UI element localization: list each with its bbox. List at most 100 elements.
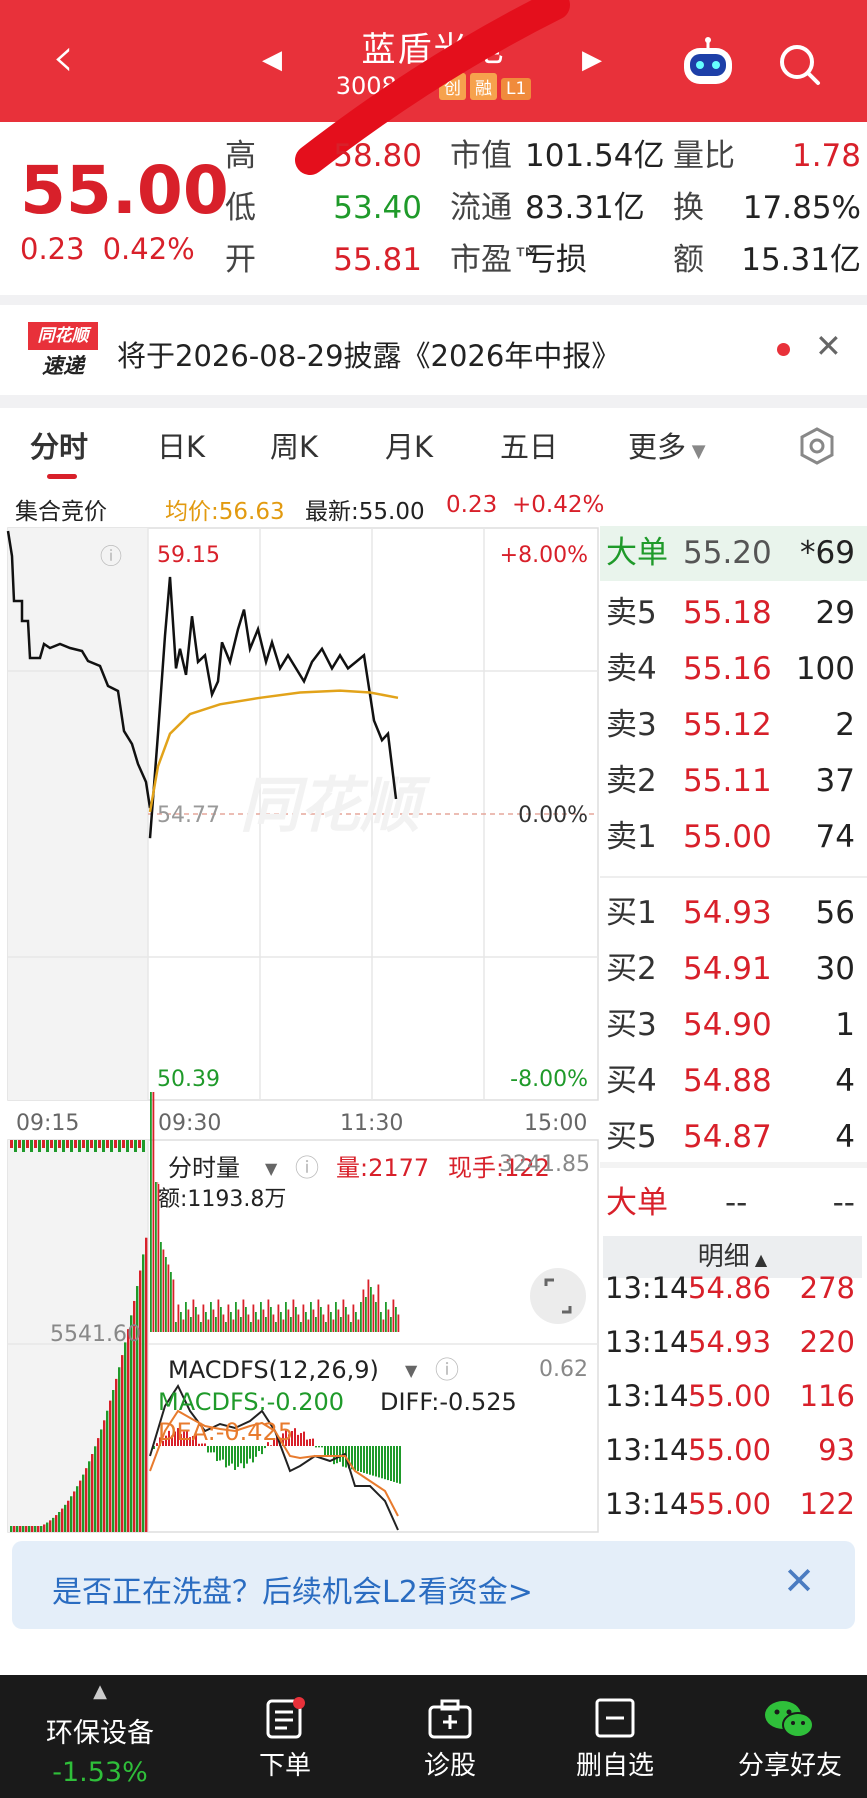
auction-tick-bar	[58, 1140, 61, 1148]
auction-volume-bar	[76, 1486, 79, 1532]
tab-fenshi[interactable]: 分时	[30, 424, 88, 466]
trade-volume: 220	[799, 1325, 855, 1359]
macd-bar	[231, 1446, 233, 1464]
volume-bar	[260, 1302, 262, 1332]
orderbook-level[interactable]: 买3 54.90 1	[600, 998, 867, 1053]
level-label: 卖5	[606, 595, 657, 631]
latest-change-pct: +0.42%	[512, 492, 605, 518]
nav-share[interactable]: 分享好友	[715, 1675, 865, 1798]
volume-bar	[232, 1319, 235, 1332]
volume-bar	[327, 1304, 330, 1332]
auction-tick-bar	[78, 1140, 81, 1152]
tab-more[interactable]: 更多 ▼	[628, 424, 706, 466]
next-stock-icon[interactable]: ▶	[582, 45, 602, 75]
auction-volume-bar	[16, 1526, 19, 1532]
big-order-top[interactable]: 大单 55.20 *69	[600, 526, 867, 581]
volume-bar	[317, 1299, 320, 1332]
quote-key: 量比	[673, 138, 735, 174]
volume-bar	[202, 1304, 205, 1332]
orderbook-level[interactable]: 买4 54.88 4	[600, 1054, 867, 1109]
tab-day-k[interactable]: 日K	[157, 424, 205, 466]
volume-bar	[297, 1314, 300, 1332]
volume-bar	[197, 1314, 200, 1332]
tab-week-k[interactable]: 周K	[270, 424, 318, 466]
volume-bar	[275, 1322, 277, 1332]
trade-volume: 93	[818, 1433, 855, 1467]
volume-bar	[215, 1317, 217, 1332]
orderbook-level[interactable]: 卖2 55.11 37	[600, 754, 867, 809]
big-order-volume: --	[832, 1185, 855, 1221]
trade-detail-row: 13:14 55.00 116	[600, 1370, 867, 1423]
intraday-chart[interactable]: ⓘ 59.15 54.77 50.39 +8.00% 0.00% -8.00% …	[0, 526, 600, 1536]
search-icon[interactable]	[775, 40, 823, 88]
volume-bar	[185, 1302, 187, 1332]
spacer	[0, 1650, 867, 1675]
auction-tick-bar	[138, 1140, 141, 1148]
volume-bar	[247, 1314, 250, 1332]
macd-bar	[228, 1446, 230, 1466]
auction-volume-bar	[70, 1496, 73, 1532]
level-label: 买3	[606, 1007, 657, 1043]
volume-bar	[397, 1314, 400, 1332]
notice-bar[interactable]: 同花顺 速递 将于2026-08-29披露《2026年中报》 ✕	[0, 305, 867, 395]
auction-volume-bar	[94, 1446, 97, 1532]
volume-bar	[382, 1319, 385, 1332]
volume-bar	[315, 1317, 317, 1332]
help-icon[interactable]: ⓘ	[100, 545, 122, 570]
close-icon[interactable]: ✕	[815, 327, 842, 365]
close-icon[interactable]: ✕	[783, 1559, 815, 1603]
volume-bar	[365, 1297, 367, 1332]
orderbook-level[interactable]: 买2 54.91 30	[600, 942, 867, 997]
orderbook-level[interactable]: 卖5 55.18 29	[600, 586, 867, 641]
trade-time: 13:14	[605, 1433, 689, 1467]
auction-volume-bar	[145, 1237, 148, 1532]
auction-tick-bar	[102, 1140, 105, 1152]
volume-bar	[222, 1314, 225, 1332]
orderbook-level[interactable]: 买1 54.93 56	[600, 886, 867, 941]
orderbook-level[interactable]: 卖4 55.16 100	[600, 642, 867, 697]
dropdown-icon[interactable]: ▼	[265, 1159, 278, 1178]
big-order-bottom[interactable]: 大单 -- --	[600, 1176, 867, 1231]
level-label: 买5	[606, 1119, 657, 1155]
auction-volume-bar	[19, 1526, 22, 1532]
orderbook-level[interactable]: 卖1 55.00 74	[600, 810, 867, 865]
auction-tick-bar	[62, 1140, 65, 1152]
auction-volume-bar	[73, 1491, 76, 1532]
auction-volume-bar	[28, 1526, 31, 1532]
y-mid-label: 54.77	[157, 803, 220, 828]
volume-indicator-label[interactable]: 分时量	[168, 1154, 240, 1182]
help-icon[interactable]: ⓘ	[295, 1154, 319, 1182]
volume-bar	[320, 1307, 322, 1332]
volume-bar	[207, 1319, 210, 1332]
volume-value: 量:2177	[336, 1154, 429, 1182]
orderbook-level[interactable]: 卖3 55.12 2	[600, 698, 867, 753]
macd-bar	[258, 1446, 260, 1452]
auction-volume-bar	[118, 1367, 121, 1532]
nav-order[interactable]: 下单	[220, 1675, 350, 1798]
nav-remove-watchlist[interactable]: 删自选	[550, 1675, 680, 1798]
tab-five-day[interactable]: 五日	[500, 424, 558, 466]
volume-bar	[252, 1304, 255, 1332]
help-icon[interactable]: ⓘ	[435, 1356, 459, 1384]
settings-hexagon-icon[interactable]	[797, 426, 837, 466]
sector-info[interactable]: ▲ 环保设备 -1.53%	[0, 1675, 200, 1798]
robot-assistant-icon[interactable]	[678, 36, 738, 88]
divider	[0, 295, 867, 305]
y-bot-label: 50.39	[157, 1067, 220, 1092]
latest-change: 0.23	[446, 492, 498, 518]
volume-bar	[255, 1312, 257, 1332]
nav-diagnose[interactable]: 诊股	[385, 1675, 515, 1798]
volume-bar	[175, 1322, 177, 1332]
chart-tabs: 分时 日K 周K 月K 五日 更多 ▼	[0, 408, 867, 479]
dropdown-icon[interactable]: ▼	[405, 1361, 418, 1380]
macd-label[interactable]: MACDFS(12,26,9)	[168, 1356, 379, 1384]
tab-month-k[interactable]: 月K	[385, 424, 433, 466]
orderbook-level[interactable]: 买5 54.87 4	[600, 1110, 867, 1165]
auction-volume-bar	[85, 1468, 88, 1532]
volume-bar	[370, 1287, 372, 1332]
promo-banner[interactable]: 是否正在洗盘？后续机会L2看资金> ✕	[12, 1541, 855, 1629]
fullscreen-icon[interactable]	[530, 1268, 586, 1324]
auction-volume-bar	[13, 1526, 16, 1532]
time-label-1130: 11:30	[340, 1111, 403, 1136]
auction-volume-bar	[58, 1511, 61, 1532]
